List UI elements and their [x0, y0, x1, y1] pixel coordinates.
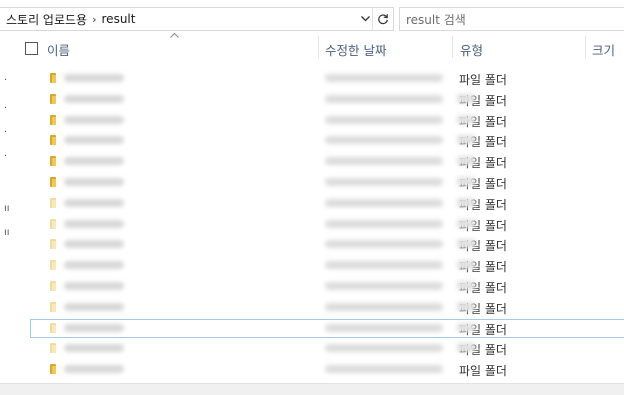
chevron-down-icon[interactable] — [358, 8, 372, 30]
chevron-right-icon[interactable]: › — [87, 13, 101, 26]
redacted-date-modified — [325, 323, 443, 332]
list-item-selected[interactable]: 파일 폴더 — [0, 318, 624, 339]
redaction-overlay — [457, 343, 475, 353]
list-item[interactable]: 파일 폴더 — [0, 151, 624, 172]
folder-icon — [50, 260, 56, 271]
redacted-file-name — [64, 302, 124, 311]
column-divider[interactable] — [585, 36, 586, 58]
folder-icon — [50, 218, 56, 229]
redacted-date-modified — [325, 74, 443, 82]
list-item[interactable]: 파일 폴더 — [0, 193, 624, 214]
redacted-file-name — [64, 261, 124, 270]
redaction-overlay — [457, 280, 475, 290]
column-header-date-modified[interactable]: 수정한 날짜 — [325, 40, 386, 59]
folder-icon — [50, 197, 56, 208]
search-input[interactable]: result 검색 — [399, 7, 624, 31]
redacted-file-name — [64, 281, 124, 290]
list-item[interactable]: 파일 폴더 — [0, 276, 624, 297]
redacted-date-modified — [325, 261, 443, 270]
column-divider[interactable] — [318, 36, 319, 58]
redacted-file-name — [64, 115, 124, 124]
redacted-file-name — [64, 219, 124, 228]
redacted-date-modified — [325, 281, 443, 290]
folder-icon — [50, 156, 56, 167]
folder-icon — [50, 135, 56, 146]
folder-icon — [50, 364, 56, 375]
folder-icon — [50, 73, 56, 83]
search-placeholder: result 검색 — [406, 12, 466, 27]
file-list: 파일 폴더 파일 폴더 파일 폴더 파일 폴더 파일 폴더 파일 폴더 파일 폴… — [0, 68, 624, 380]
redaction-overlay — [457, 260, 475, 270]
column-header-name[interactable]: 이름 — [47, 40, 70, 59]
redaction-overlay — [457, 239, 475, 249]
redacted-date-modified — [325, 136, 443, 145]
redacted-date-modified — [325, 240, 443, 249]
redacted-file-name — [64, 365, 124, 374]
column-header-type[interactable]: 유형 — [460, 40, 483, 59]
redaction-overlay — [457, 114, 475, 124]
column-divider[interactable] — [452, 36, 453, 58]
redacted-file-name — [64, 344, 124, 353]
list-item[interactable]: 파일 폴더 — [0, 214, 624, 235]
refresh-icon[interactable] — [372, 8, 393, 30]
sort-up-icon — [170, 31, 179, 41]
redacted-file-name — [64, 198, 124, 207]
redacted-date-modified — [325, 302, 443, 311]
redacted-date-modified — [325, 115, 443, 124]
folder-icon — [50, 176, 56, 187]
redacted-date-modified — [325, 365, 443, 374]
redacted-file-name — [64, 177, 124, 186]
redacted-date-modified — [325, 198, 443, 207]
list-item[interactable]: 파일 폴더 — [0, 359, 624, 380]
redaction-overlay — [457, 176, 475, 186]
list-item[interactable]: 파일 폴더 — [0, 110, 624, 131]
redaction-overlay — [457, 197, 475, 207]
redaction-overlay — [457, 156, 475, 166]
redacted-file-name — [64, 323, 124, 332]
list-item[interactable]: 파일 폴더 — [0, 338, 624, 359]
item-type: 파일 폴더 — [459, 364, 507, 379]
redacted-file-name — [64, 240, 124, 249]
list-item[interactable]: 파일 폴더 — [0, 130, 624, 151]
redacted-date-modified — [325, 344, 443, 353]
address-bar[interactable]: 스토리 업로드용 › result — [0, 7, 394, 31]
redacted-date-modified — [325, 219, 443, 228]
breadcrumb-item[interactable]: result — [102, 12, 136, 26]
folder-icon — [50, 239, 56, 250]
folder-icon — [50, 343, 56, 354]
redacted-file-name — [64, 94, 124, 103]
redaction-overlay — [457, 218, 475, 228]
redaction-overlay — [457, 301, 475, 311]
folder-icon — [50, 280, 56, 291]
redacted-date-modified — [325, 177, 443, 186]
select-all-checkbox[interactable] — [25, 42, 38, 55]
redaction-overlay — [457, 93, 475, 103]
list-item[interactable]: 파일 폴더 — [0, 297, 624, 318]
redacted-file-name — [64, 136, 124, 145]
folder-icon — [50, 301, 56, 312]
list-item[interactable]: 파일 폴더 — [0, 68, 624, 89]
list-item[interactable]: 파일 폴더 — [0, 234, 624, 255]
redacted-file-name — [64, 157, 124, 166]
redacted-file-name — [64, 74, 124, 82]
breadcrumb-item[interactable]: 스토리 업로드용 — [0, 11, 87, 28]
redaction-overlay — [457, 322, 475, 332]
list-item[interactable]: 파일 폴더 — [0, 255, 624, 276]
redaction-overlay — [457, 135, 475, 145]
folder-icon — [50, 114, 56, 125]
list-item[interactable]: 파일 폴더 — [0, 89, 624, 110]
folder-icon — [50, 322, 56, 333]
list-item[interactable]: 파일 폴더 — [0, 172, 624, 193]
column-header-row: 이름 수정한 날짜 유형 크기 — [0, 32, 624, 66]
column-header-size[interactable]: 크기 — [592, 40, 615, 59]
file-explorer-window: 스토리 업로드용 › result result 검색 이름 수정한 날짜 유형… — [0, 0, 624, 395]
folder-icon — [50, 93, 56, 104]
redacted-date-modified — [325, 157, 443, 166]
status-bar-edge — [0, 383, 624, 395]
redacted-date-modified — [325, 94, 443, 103]
item-type: 파일 폴더 — [459, 73, 507, 87]
